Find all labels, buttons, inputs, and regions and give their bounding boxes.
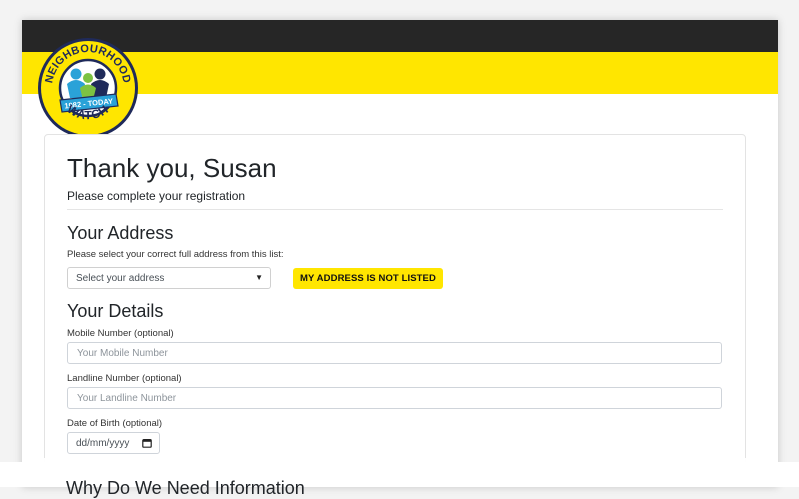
neighbourhood-watch-logo[interactable]: 1982 - TODAY NEIGHBOURHOOD WATCH — [36, 36, 140, 140]
landline-number-input[interactable]: Your Landline Number — [67, 387, 722, 409]
greeting-subtitle: Please complete your registration — [67, 189, 246, 203]
greeting-title: Thank you, Susan — [67, 153, 277, 183]
dob-placeholder: dd/mm/yyyy — [76, 438, 130, 449]
details-heading: Your Details — [67, 301, 164, 321]
dropdown-caret-icon: ▼ — [255, 273, 263, 282]
mobile-label: Mobile Number (optional) — [67, 328, 174, 339]
dob-label: Date of Birth (optional) — [67, 418, 163, 429]
divider — [67, 209, 723, 210]
next-section-heading: Why Do We Need Information — [66, 478, 305, 498]
mobile-number-input[interactable]: Your Mobile Number — [67, 342, 722, 364]
landline-placeholder: Your Landline Number — [77, 393, 177, 404]
registration-card: Thank you, Susan Please complete your re… — [44, 134, 746, 487]
address-help-text: Please select your correct full address … — [67, 249, 284, 260]
date-of-birth-input[interactable]: dd/mm/yyyy — [67, 432, 160, 454]
mobile-placeholder: Your Mobile Number — [77, 348, 168, 359]
landline-label: Landline Number (optional) — [67, 373, 182, 384]
address-heading: Your Address — [67, 223, 174, 243]
address-not-listed-button[interactable]: MY ADDRESS IS NOT LISTED — [293, 268, 443, 289]
registration-window: 1982 - TODAY NEIGHBOURHOOD WATCH Thank y… — [22, 20, 778, 487]
address-select[interactable]: Select your address ▼ — [67, 267, 271, 289]
address-select-value: Select your address — [76, 273, 165, 284]
calendar-icon[interactable] — [142, 438, 152, 448]
